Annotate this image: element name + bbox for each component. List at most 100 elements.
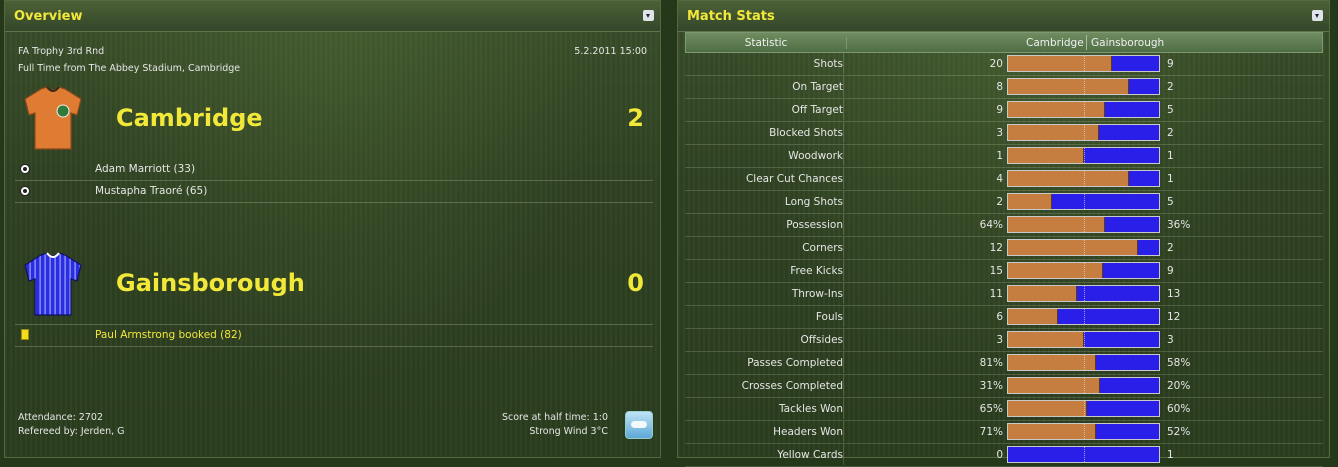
stat-away-value: 3 xyxy=(1167,334,1174,346)
stat-comparison-bar xyxy=(1007,354,1160,371)
stat-bar-midline xyxy=(1083,148,1085,163)
away-team-name[interactable]: Gainsborough xyxy=(116,269,305,297)
stats-title: Match Stats xyxy=(687,9,775,24)
stat-home-value: 0 xyxy=(996,449,1003,461)
stat-row: Shots 20 9 xyxy=(685,53,1323,76)
stat-comparison-bar xyxy=(1007,262,1160,279)
stat-label: Fouls xyxy=(815,311,843,323)
column-header-home[interactable]: Cambridge xyxy=(1026,37,1084,49)
competition-label: FA Trophy 3rd Rnd xyxy=(18,46,105,57)
stat-label: Yellow Cards xyxy=(777,449,843,461)
home-event-text[interactable]: Adam Marriott (33) xyxy=(95,163,195,175)
stat-bar-home-fill xyxy=(1008,401,1087,416)
stats-menu-icon[interactable] xyxy=(1312,10,1323,21)
stat-comparison-bar xyxy=(1007,101,1160,118)
stat-bar-home-fill xyxy=(1008,263,1104,278)
goal-ball-icon xyxy=(20,164,30,174)
home-event-text[interactable]: Mustapha Traoré (65) xyxy=(95,185,207,197)
stat-name-cell: Corners xyxy=(685,237,844,258)
stat-name-cell: Headers Won xyxy=(685,421,844,442)
stat-away-value: 5 xyxy=(1167,104,1174,116)
weather-cloud-icon[interactable] xyxy=(625,411,653,439)
stat-bar-home-fill xyxy=(1008,240,1138,255)
stat-label: Corners xyxy=(802,242,843,254)
stat-row: Offsides 3 3 xyxy=(685,329,1323,352)
stat-label: Blocked Shots xyxy=(769,127,843,139)
stat-bar-home-fill xyxy=(1008,194,1052,209)
stat-away-value: 1 xyxy=(1167,449,1174,461)
stat-home-value: 6 xyxy=(996,311,1003,323)
result-line: Full Time from The Abbey Stadium, Cambri… xyxy=(18,63,241,74)
stat-bar-midline xyxy=(1083,378,1085,393)
column-header-statistic[interactable]: Statistic xyxy=(686,37,847,49)
stat-comparison-bar xyxy=(1007,377,1160,394)
stat-rows: Shots 20 9 On Target 8 2 Off Target 9 5 Blocked S… xyxy=(685,53,1323,467)
match-datetime: 5.2.2011 15:00 xyxy=(574,46,647,57)
stat-away-value: 13 xyxy=(1167,288,1181,300)
stat-home-value: 3 xyxy=(996,127,1003,139)
home-team-name[interactable]: Cambridge xyxy=(116,104,263,132)
home-shirt-icon xyxy=(24,86,82,150)
stat-comparison-bar xyxy=(1007,78,1160,95)
stat-home-value: 20 xyxy=(989,58,1003,70)
stat-label: Possession xyxy=(786,219,843,231)
stat-bar-midline xyxy=(1083,447,1085,462)
stat-bar-midline xyxy=(1083,171,1085,186)
stat-bar-midline xyxy=(1083,263,1085,278)
away-event-text[interactable]: Paul Armstrong booked (82) xyxy=(95,329,242,341)
stat-bar-midline xyxy=(1083,102,1085,117)
stat-label: Woodwork xyxy=(788,150,843,162)
away-score: 0 xyxy=(627,269,644,297)
stats-table-header: Statistic Cambridge Gainsborough xyxy=(685,32,1323,53)
stat-away-value: 5 xyxy=(1167,196,1174,208)
goal-ball-icon xyxy=(20,186,30,196)
stat-row: Free Kicks 15 9 xyxy=(685,260,1323,283)
stat-home-value: 65% xyxy=(979,403,1003,415)
stat-away-value: 58% xyxy=(1167,357,1191,369)
stat-comparison-bar xyxy=(1007,55,1160,72)
column-header-away[interactable]: Gainsborough xyxy=(1091,37,1164,49)
stat-bar-home-fill xyxy=(1008,286,1078,301)
stat-name-cell: Crosses Completed xyxy=(685,375,844,396)
stat-row: Blocked Shots 3 2 xyxy=(685,122,1323,145)
home-event-row: Mustapha Traoré (65) xyxy=(15,181,653,203)
stat-name-cell: Shots xyxy=(685,53,844,74)
stat-name-cell: Fouls xyxy=(685,306,844,327)
stat-bar-midline xyxy=(1083,194,1085,209)
stat-row: Headers Won 71% 52% xyxy=(685,421,1323,444)
half-time-score: Score at half time: 1:0 xyxy=(501,412,608,423)
stat-home-value: 81% xyxy=(979,357,1003,369)
stat-bar-home-fill xyxy=(1008,56,1113,71)
stat-label: Passes Completed xyxy=(747,357,843,369)
stat-home-value: 31% xyxy=(979,380,1003,392)
stat-label: Shots xyxy=(813,58,843,70)
stat-comparison-bar xyxy=(1007,193,1160,210)
stat-name-cell: Off Target xyxy=(685,99,844,120)
stat-home-value: 1 xyxy=(996,150,1003,162)
overview-menu-icon[interactable] xyxy=(643,10,654,21)
stat-away-value: 1 xyxy=(1167,173,1174,185)
stat-name-cell: On Target xyxy=(685,76,844,97)
stat-bar-home-fill xyxy=(1008,217,1105,232)
stat-label: Long Shots xyxy=(784,196,843,208)
stat-label: Clear Cut Chances xyxy=(745,173,843,185)
stat-home-value: 11 xyxy=(989,288,1003,300)
stat-comparison-bar xyxy=(1007,423,1160,440)
stat-bar-midline xyxy=(1083,240,1085,255)
stat-comparison-bar xyxy=(1007,331,1160,348)
stat-bar-midline xyxy=(1083,332,1085,347)
stat-away-value: 12 xyxy=(1167,311,1181,323)
stat-home-value: 2 xyxy=(996,196,1003,208)
stat-bar-home-fill xyxy=(1008,378,1101,393)
stat-bar-midline xyxy=(1083,355,1085,370)
stat-label: Offsides xyxy=(800,334,843,346)
overview-header: Overview xyxy=(5,1,660,32)
stat-bar-home-fill xyxy=(1008,148,1084,163)
stat-away-value: 2 xyxy=(1167,127,1174,139)
stat-name-cell: Tackles Won xyxy=(685,398,844,419)
stat-row: On Target 8 2 xyxy=(685,76,1323,99)
stat-row: Passes Completed 81% 58% xyxy=(685,352,1323,375)
stat-row: Throw-Ins 11 13 xyxy=(685,283,1323,306)
match-stats-panel: Match Stats Statistic Cambridge Gainsbor… xyxy=(677,0,1330,467)
stat-bar-midline xyxy=(1083,125,1085,140)
